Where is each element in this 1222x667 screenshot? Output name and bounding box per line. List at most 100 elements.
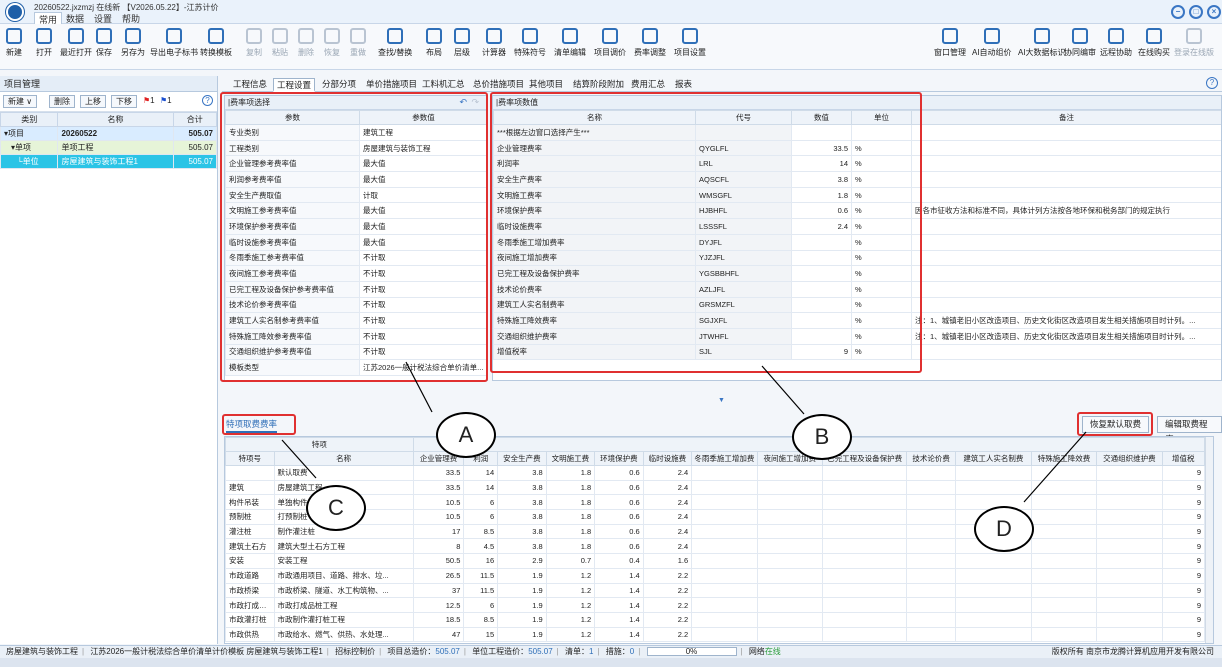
special-cell[interactable] <box>1096 553 1163 569</box>
rate-name-cell[interactable]: 冬雨季施工增加费率 <box>493 233 696 251</box>
fee-row[interactable]: 建筑工人实名制参考费率值 不计取 <box>225 312 487 329</box>
rate-unit-cell[interactable]: % <box>851 265 912 282</box>
fee-param-cell[interactable]: 特殊施工降效参考费率值 <box>225 327 360 345</box>
special-cell[interactable]: 1.4 <box>594 626 644 643</box>
rate-row[interactable]: 交通组织维护费率 JTWHFL% 注：1、城镇老旧小区改造项目、历史文化街区改造项目… <box>493 327 1221 345</box>
rate-unit-cell[interactable]: % <box>851 202 912 220</box>
restore-default-button[interactable]: 恢复默认取费 <box>1082 416 1150 433</box>
rate-remark-cell[interactable] <box>911 343 1221 361</box>
special-cell[interactable] <box>1096 626 1163 643</box>
rate-code-cell[interactable]: LSSSFL <box>695 218 792 235</box>
special-cell[interactable]: 3.8 <box>497 538 547 555</box>
special-cell[interactable] <box>691 626 758 643</box>
special-cell[interactable]: 10.5 <box>412 509 465 525</box>
special-row[interactable]: 灌注桩 制作灌注桩 17 8.5 3.8 1.8 0.6 2.4 9 <box>225 523 1206 540</box>
rate-code-cell[interactable]: QYGLFL <box>695 139 792 157</box>
special-cell[interactable] <box>756 626 823 643</box>
special-cell[interactable]: 1.9 <box>497 597 547 613</box>
tab-total-measures[interactable]: 总价措施项目 <box>470 78 527 92</box>
special-cell[interactable] <box>821 567 908 584</box>
lp-new-button[interactable]: 新建 ∨ <box>3 95 38 108</box>
special-cell[interactable]: 2.2 <box>642 626 693 643</box>
rate-code-cell[interactable]: SGJXFL <box>695 312 792 329</box>
maximize-icon[interactable]: □ <box>1189 5 1203 19</box>
rate-unit-cell[interactable]: % <box>851 296 912 314</box>
special-cell[interactable] <box>225 465 275 481</box>
special-cell[interactable]: 2.2 <box>642 611 693 628</box>
special-cell[interactable]: 1.8 <box>545 523 596 540</box>
fee-param-cell[interactable]: 文明施工参考费率值 <box>225 202 360 220</box>
tab-fee-summary[interactable]: 费用汇总 <box>628 78 668 92</box>
special-cell[interactable] <box>954 611 1032 628</box>
special-cell[interactable]: 1.9 <box>497 567 547 584</box>
special-cell[interactable]: 1.8 <box>545 465 596 481</box>
special-cell[interactable] <box>756 582 823 599</box>
tab-special-fee-rates[interactable]: 特项取费费率 <box>226 418 278 433</box>
rate-value-cell[interactable] <box>791 265 852 282</box>
rate-code-cell[interactable]: AZLJFL <box>695 280 792 298</box>
tab-other-items[interactable]: 其他项目 <box>526 78 566 92</box>
rate-row[interactable]: 建筑工人实名制费率 GRSMZFL% <box>493 296 1221 314</box>
fee-value-cell[interactable]: 不计取 <box>359 265 487 282</box>
special-cell[interactable]: 2.4 <box>642 479 693 496</box>
tab-divisional[interactable]: 分部分项 <box>319 78 359 92</box>
rate-row[interactable]: 已完工程及设备保护费率 YGSBBHFL% <box>493 265 1221 282</box>
blue-flag-icon[interactable]: ⚑1 <box>160 96 172 105</box>
special-cell[interactable] <box>821 509 908 525</box>
special-cell[interactable]: 1.4 <box>594 597 644 613</box>
special-cell[interactable] <box>821 611 908 628</box>
rate-remark-cell[interactable]: 注：1、城镇老旧小区改造项目、历史文化街区改造项目发生相关措施项目时计列。... <box>911 312 1221 329</box>
fee-row[interactable]: 特殊施工降效参考费率值 不计取 <box>225 327 487 345</box>
layout-button[interactable]: 布局 <box>426 28 442 58</box>
special-cell[interactable]: 14 <box>463 465 499 481</box>
rate-row[interactable]: ***根据左边窗口选择产生*** <box>493 124 1221 141</box>
special-cell[interactable]: 1.4 <box>594 582 644 599</box>
special-cell[interactable]: 0.6 <box>594 523 644 540</box>
special-row[interactable]: 构件吊装 单独构件吊装 10.5 6 3.8 1.8 0.6 2.4 9 <box>225 494 1206 511</box>
fee-param-cell[interactable]: 已完工程及设备保护参考费率值 <box>225 280 360 298</box>
special-cell[interactable]: 0.6 <box>594 465 644 481</box>
tree-row-unit[interactable]: └单位 房屋建筑与装饰工程1 505.07 <box>0 154 218 169</box>
special-cell[interactable] <box>906 494 956 511</box>
special-cell[interactable]: 1.4 <box>594 567 644 584</box>
fee-row[interactable]: 工程类别 房屋建筑与装饰工程 <box>225 139 487 157</box>
special-cell[interactable] <box>1030 509 1098 525</box>
special-cell[interactable] <box>821 597 908 613</box>
rate-remark-cell[interactable]: 注：1、城镇老旧小区改造项目、历史文化街区改造项目发生相关措施项目时计列。... <box>911 327 1221 345</box>
special-cell[interactable] <box>821 523 908 540</box>
special-cell[interactable]: 0.4 <box>594 553 644 569</box>
special-cell[interactable]: 市政通用项目、道路、排水、垃... <box>273 567 414 584</box>
special-cell[interactable]: 1.2 <box>545 626 596 643</box>
rate-name-cell[interactable]: 技术论价费率 <box>493 280 696 298</box>
special-cell[interactable] <box>1030 553 1098 569</box>
save-as-button[interactable]: 另存为 <box>121 28 145 58</box>
tabs-help-icon[interactable]: ? <box>1206 77 1218 89</box>
rate-row[interactable]: 临时设施费率 LSSSFL 2.4% <box>493 218 1221 235</box>
rate-value-cell[interactable]: 3.8 <box>791 171 852 188</box>
special-cell[interactable]: 37 <box>412 582 465 599</box>
special-cell[interactable] <box>906 567 956 584</box>
special-cell[interactable] <box>756 509 823 525</box>
special-cell[interactable]: 6 <box>463 494 499 511</box>
fee-value-cell[interactable]: 最大值 <box>359 171 487 188</box>
special-cell[interactable] <box>1030 567 1098 584</box>
special-cell[interactable]: 1.2 <box>545 567 596 584</box>
login-online-button[interactable]: 登录在线版 <box>1174 28 1214 58</box>
tab-reports[interactable]: 报表 <box>672 78 695 92</box>
tab-unit-measures[interactable]: 单价措施项目 <box>363 78 420 92</box>
special-cell[interactable]: 灌注桩 <box>225 523 275 540</box>
rate-code-cell[interactable]: WMSGFL <box>695 186 792 204</box>
rate-name-cell[interactable]: 企业管理费率 <box>493 139 696 157</box>
special-cell[interactable]: 安装工程 <box>273 553 414 569</box>
undo-icon[interactable]: ↶ <box>459 97 467 108</box>
fee-row[interactable]: 利润参考费率值 最大值 <box>225 171 487 188</box>
rate-row[interactable]: 利润率 LRL 14% <box>493 155 1221 173</box>
rate-code-cell[interactable]: YGSBBHFL <box>695 265 792 282</box>
special-cell[interactable] <box>756 494 823 511</box>
special-cell[interactable] <box>821 538 908 555</box>
close-icon[interactable]: × <box>1207 5 1221 19</box>
fee-value-cell[interactable]: 江苏2026一般计税法综合单价清单... <box>359 359 487 376</box>
special-cell[interactable]: 1.2 <box>545 611 596 628</box>
special-row[interactable]: 建筑 房屋建筑工程 33.5 14 3.8 1.8 0.6 2.4 9 <box>225 479 1206 496</box>
menu-tab-help[interactable]: 帮助 <box>118 12 144 24</box>
